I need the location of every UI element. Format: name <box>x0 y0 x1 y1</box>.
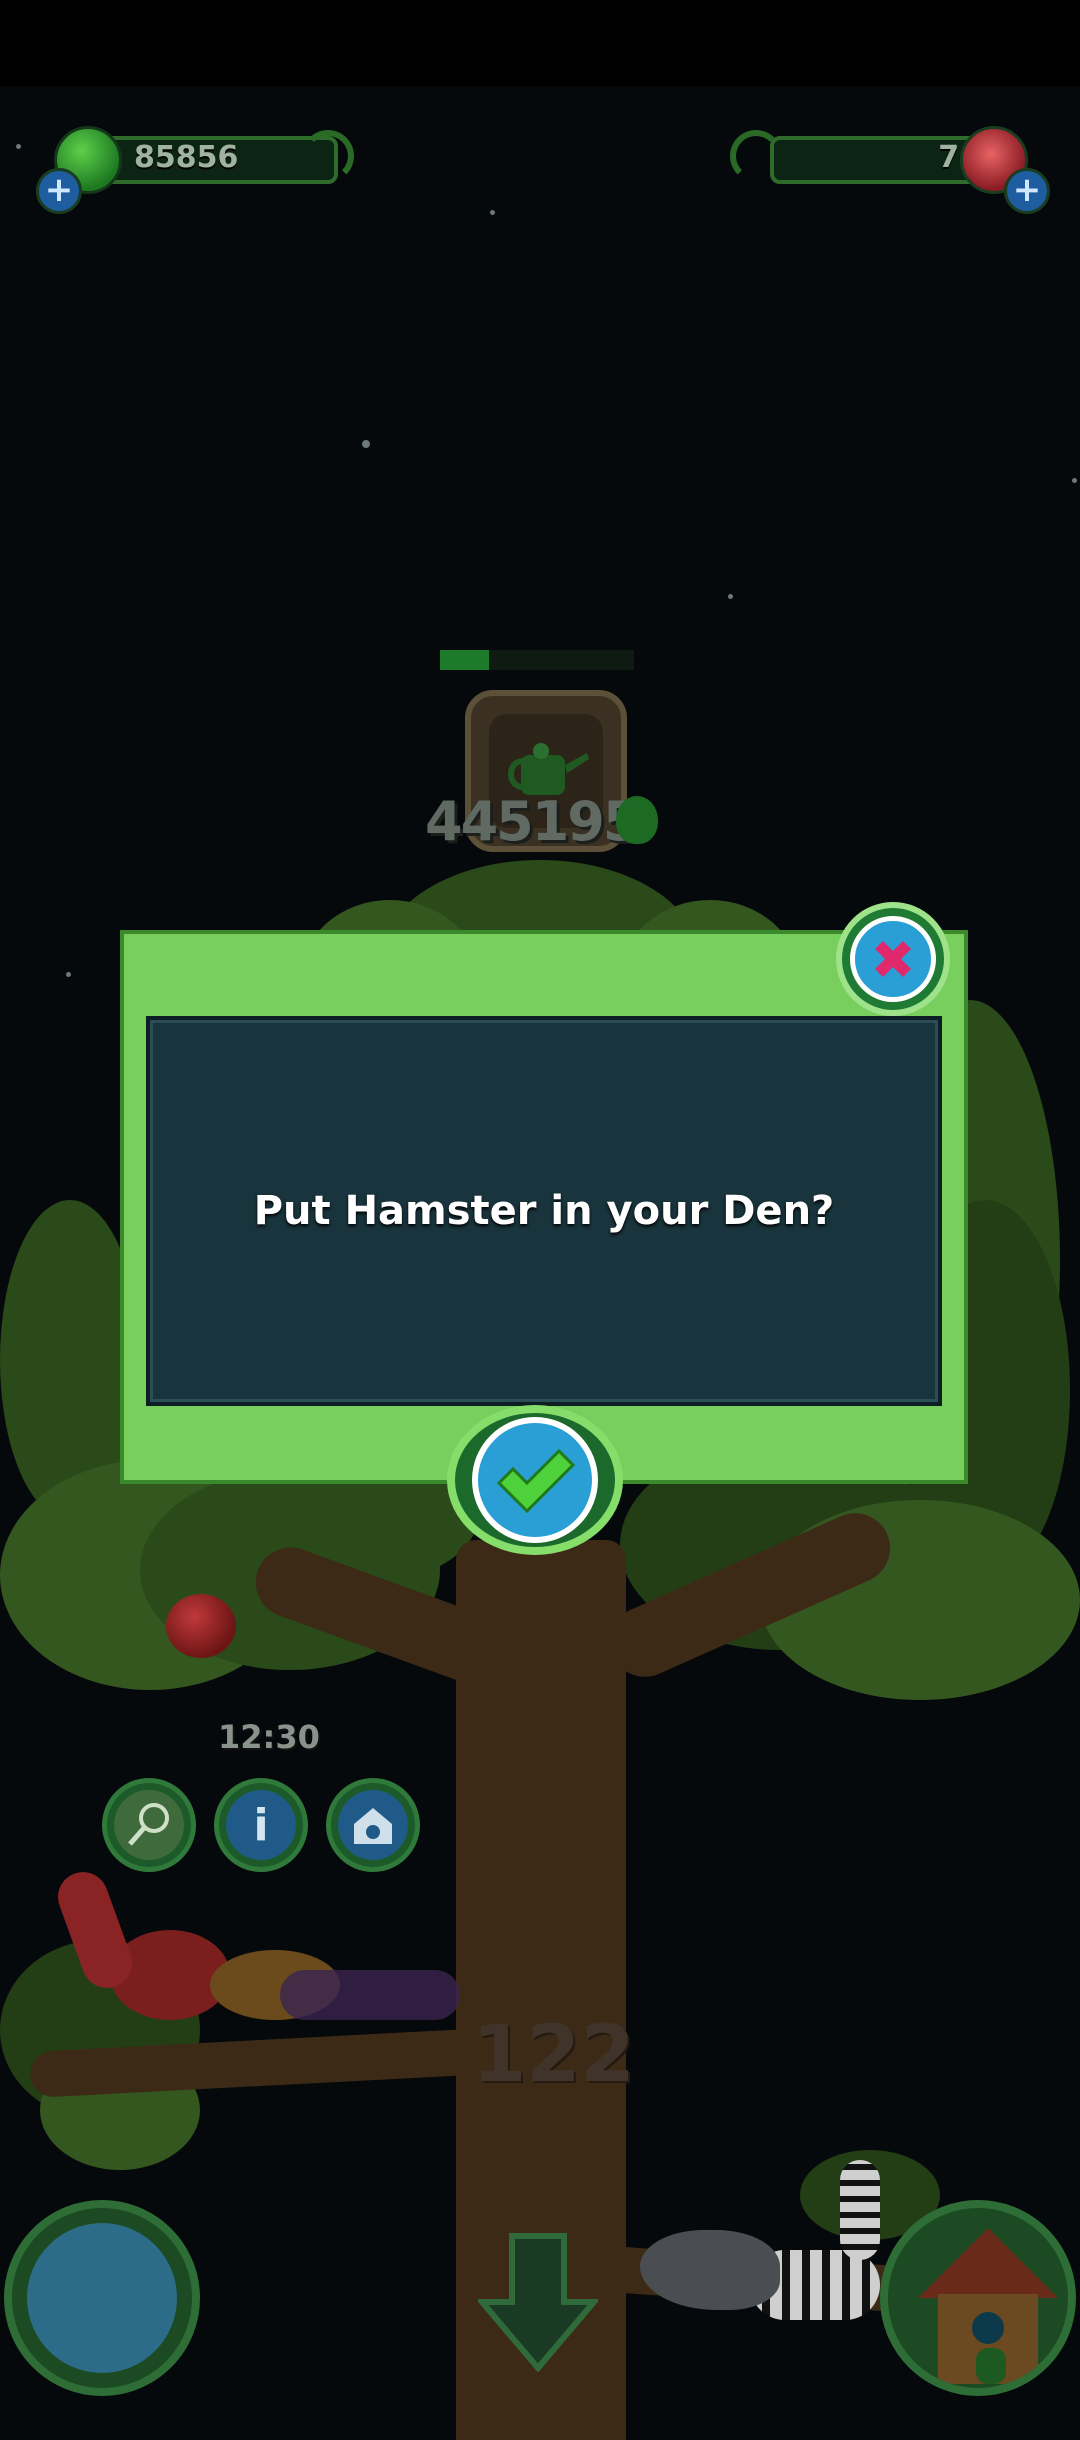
globe-icon <box>27 2223 177 2373</box>
scroll-down-button[interactable] <box>475 2232 601 2373</box>
confirm-dialog: Put Hamster in your Den? <box>120 930 968 1484</box>
info-icon: i <box>226 1790 296 1860</box>
swan-pet[interactable] <box>640 2230 780 2310</box>
green-seed-icon <box>616 796 658 844</box>
tool-progress-bar <box>440 650 634 670</box>
den-house-icon <box>354 1808 392 1844</box>
status-bar <box>0 0 1080 86</box>
lobster-pet[interactable] <box>40 1865 240 2050</box>
seed-currency[interactable]: 85856 + <box>30 126 354 214</box>
star <box>362 440 370 448</box>
tool-score: 445195 <box>425 790 640 853</box>
tool-progress-fill <box>440 650 489 670</box>
dialog-message: Put Hamster in your Den? <box>253 1188 835 1234</box>
gem-currency[interactable]: 74 + <box>730 126 1060 214</box>
confirm-button[interactable] <box>447 1405 623 1555</box>
world-map-button[interactable] <box>4 2200 200 2396</box>
down-arrow-icon <box>475 2233 601 2373</box>
butterfly-nest <box>280 1970 460 2020</box>
dialog-panel: Put Hamster in your Den? <box>146 1016 942 1406</box>
den-small-button[interactable] <box>326 1778 420 1872</box>
star <box>16 144 21 149</box>
star <box>728 594 733 599</box>
plus-icon[interactable]: + <box>36 168 82 214</box>
star <box>490 210 495 215</box>
net-button[interactable] <box>102 1778 196 1872</box>
apple-icon[interactable] <box>166 1594 236 1658</box>
den-house-icon <box>918 2228 1058 2384</box>
close-button[interactable] <box>836 902 950 1016</box>
close-x-icon <box>875 941 911 977</box>
star <box>66 972 71 977</box>
den-button[interactable] <box>880 2200 1076 2396</box>
tree-level: 122 <box>472 2010 635 2100</box>
checkmark-icon <box>496 1448 576 1514</box>
timer: 12:30 <box>218 1718 320 1756</box>
net-icon <box>128 1803 169 1846</box>
seed-count: 85856 <box>134 140 239 175</box>
plus-icon[interactable]: + <box>1004 168 1050 214</box>
vine-icon <box>302 130 354 182</box>
star <box>1072 478 1077 483</box>
info-button[interactable]: i <box>214 1778 308 1872</box>
